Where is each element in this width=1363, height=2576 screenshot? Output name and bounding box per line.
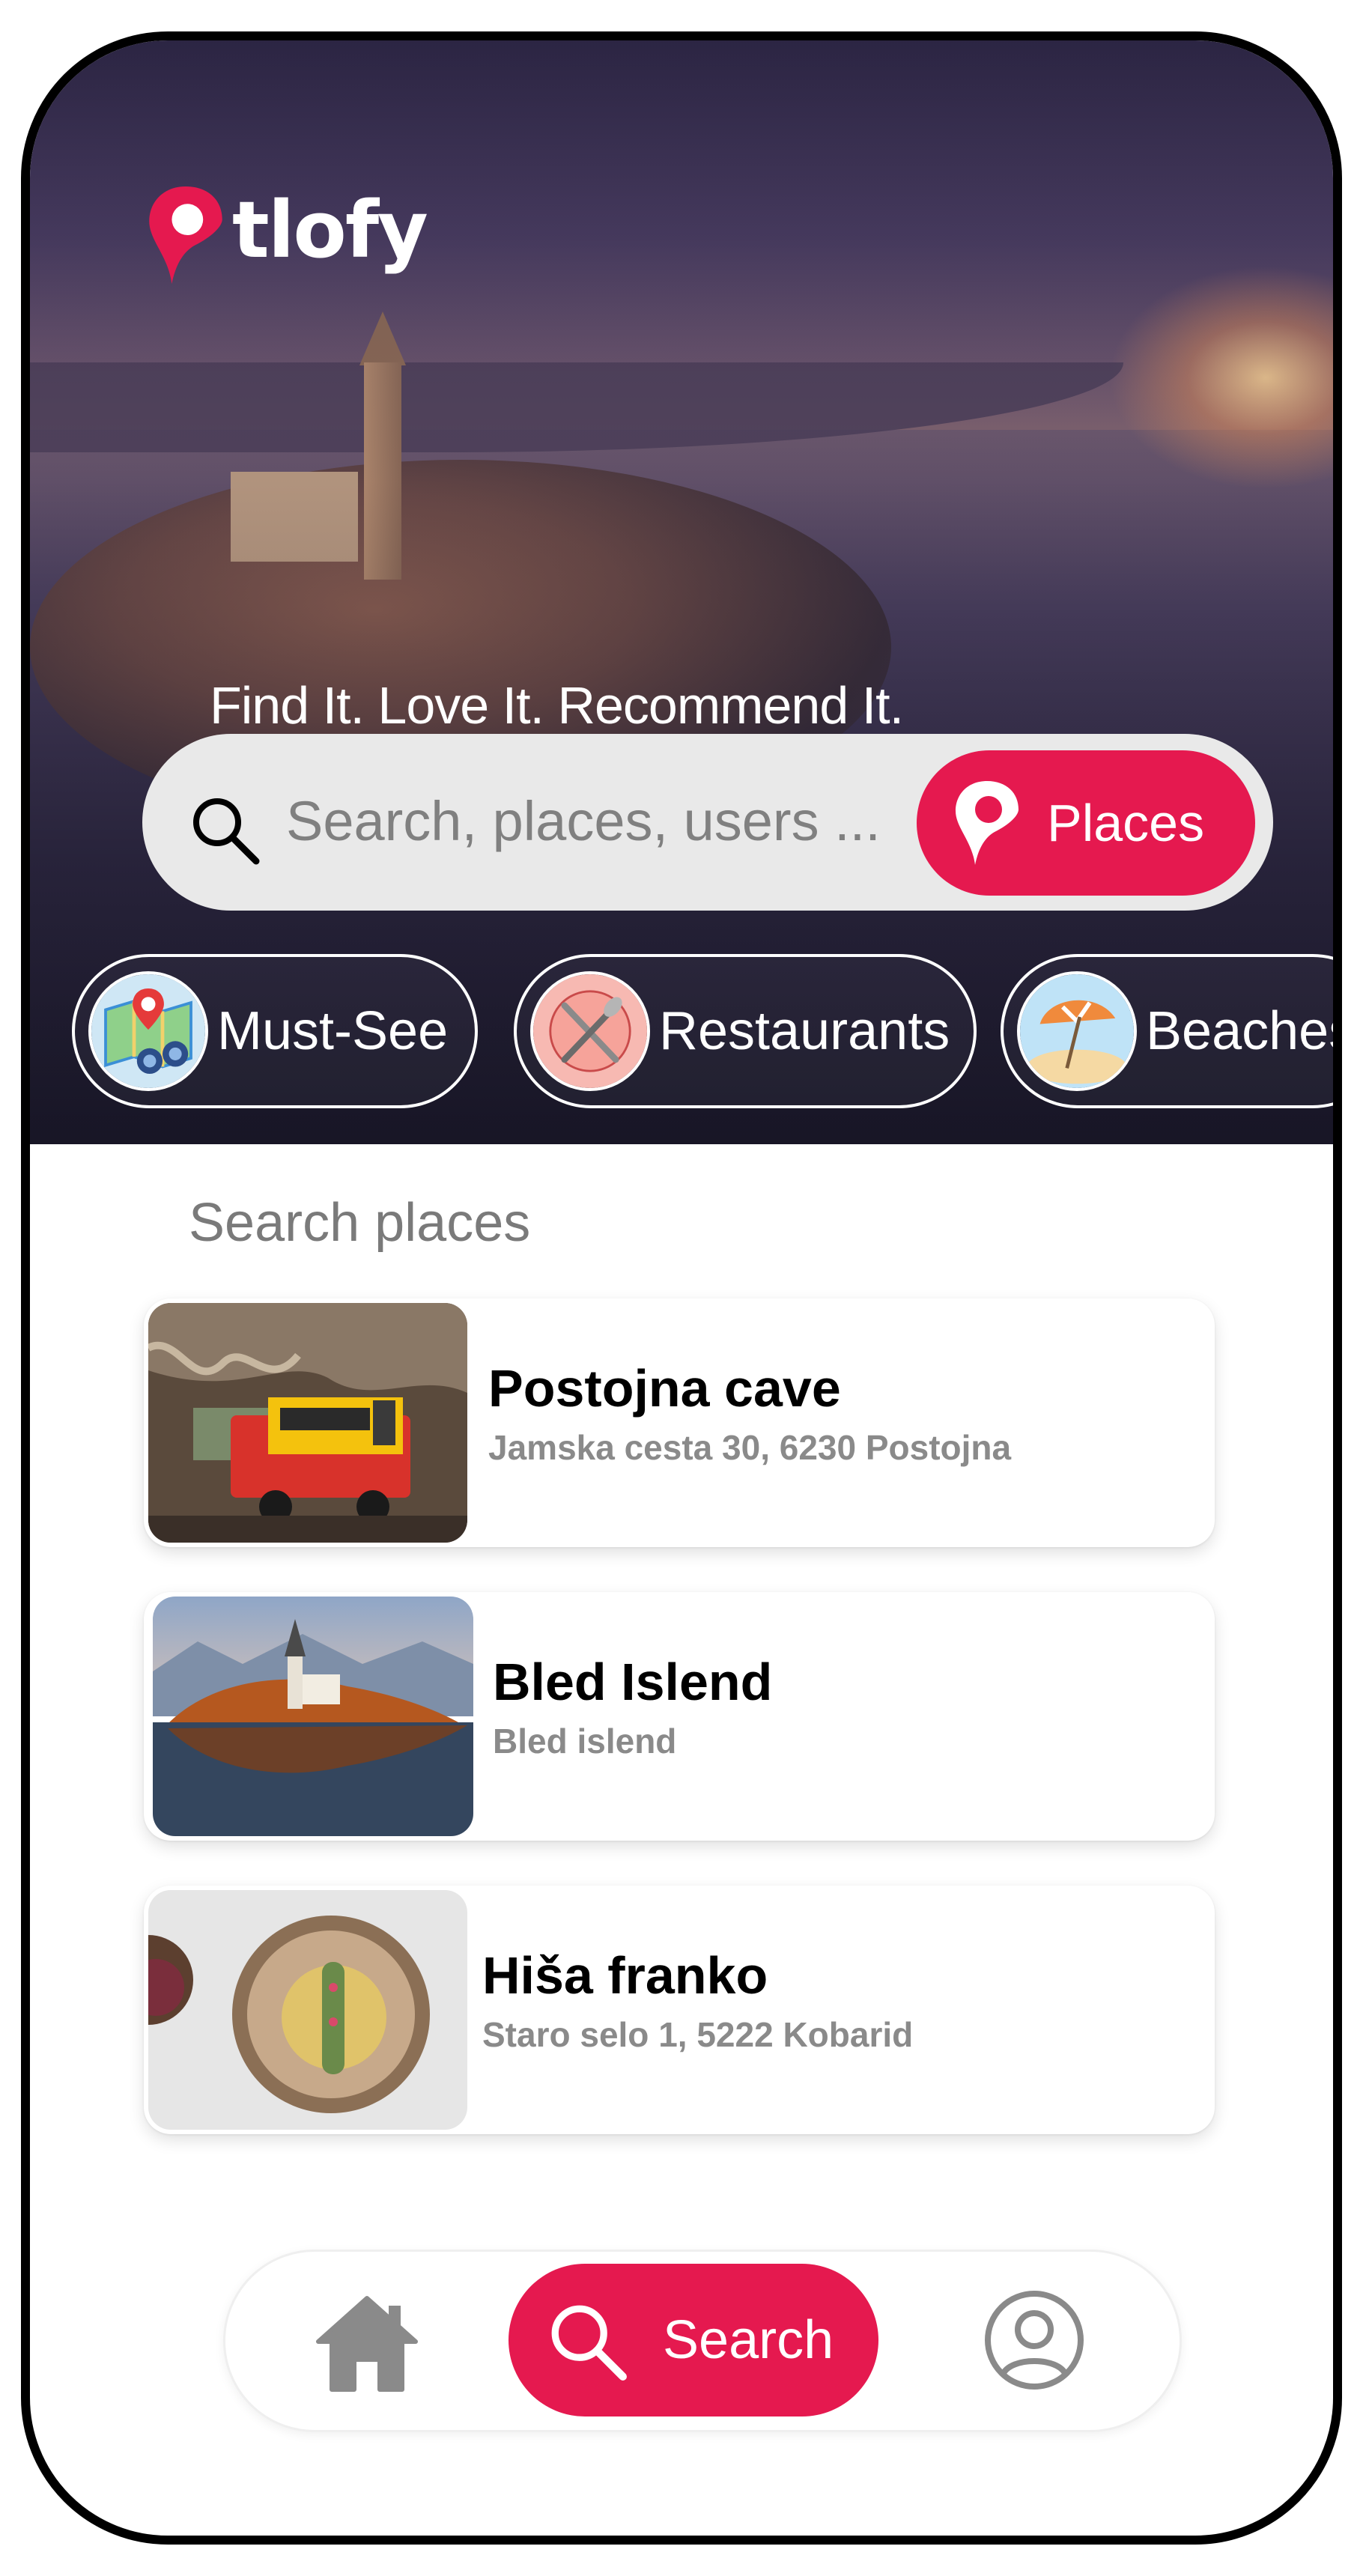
search-icon[interactable]: [187, 792, 262, 867]
bottom-nav: Search: [223, 2250, 1182, 2432]
chip-restaurants[interactable]: Restaurants: [514, 954, 977, 1108]
chip-label: Restaurants: [659, 1001, 950, 1061]
chip-label: Beaches: [1146, 1001, 1333, 1061]
phone-frame: tlofy Find It. Love It. Recommend It. Pl…: [21, 31, 1342, 2545]
chip-beaches[interactable]: Beaches: [1001, 954, 1333, 1108]
chip-label: Must-See: [217, 1001, 449, 1061]
home-icon[interactable]: [311, 2286, 423, 2399]
cave-train-photo: [148, 1303, 467, 1543]
nav-search-label: Search: [663, 2310, 834, 2370]
logo-text: tlofy: [232, 184, 428, 276]
plated-dish-photo: [148, 1890, 467, 2130]
hero-banner: tlofy Find It. Love It. Recommend It. Pl…: [30, 40, 1333, 1144]
chip-must-see[interactable]: Must-See: [72, 954, 478, 1108]
place-address: Staro selo 1, 5222 Kobarid: [482, 2015, 914, 2054]
tagline: Find It. Love It. Recommend It.: [210, 676, 904, 735]
search-icon: [551, 2305, 627, 2381]
fork-knife-icon: [530, 971, 650, 1091]
place-address: Bled islend: [493, 1722, 677, 1761]
place-card-postojna[interactable]: Postojna cave Jamska cesta 30, 6230 Post…: [144, 1298, 1215, 1547]
beach-umbrella-icon: [1017, 971, 1137, 1091]
section-title: Search places: [189, 1193, 531, 1253]
nav-search-button[interactable]: Search: [509, 2264, 878, 2416]
place-card-bled[interactable]: Bled Islend Bled islend: [144, 1592, 1215, 1841]
location-pin-icon: [956, 781, 1019, 865]
place-address: Jamska cesta 30, 6230 Postojna: [488, 1428, 1012, 1467]
place-name: Hiša franko: [482, 1946, 768, 2005]
places-button-label: Places: [1047, 794, 1205, 852]
category-chips: Must-See Restaurants Beache: [30, 954, 1333, 1134]
app-logo[interactable]: tlofy: [142, 183, 428, 288]
map-binoculars-icon: [88, 971, 208, 1091]
place-name: Postojna cave: [488, 1359, 841, 1418]
place-card-hisa-franko[interactable]: Hiša franko Staro selo 1, 5222 Kobarid: [144, 1886, 1215, 2134]
search-input[interactable]: [285, 779, 887, 863]
lake-bled-photo: [153, 1597, 473, 1836]
places-filter-button[interactable]: Places: [917, 750, 1255, 896]
search-bar: Places: [142, 734, 1273, 911]
location-pin-icon: [149, 186, 222, 284]
place-name: Bled Islend: [493, 1653, 773, 1711]
user-icon[interactable]: [982, 2288, 1087, 2393]
